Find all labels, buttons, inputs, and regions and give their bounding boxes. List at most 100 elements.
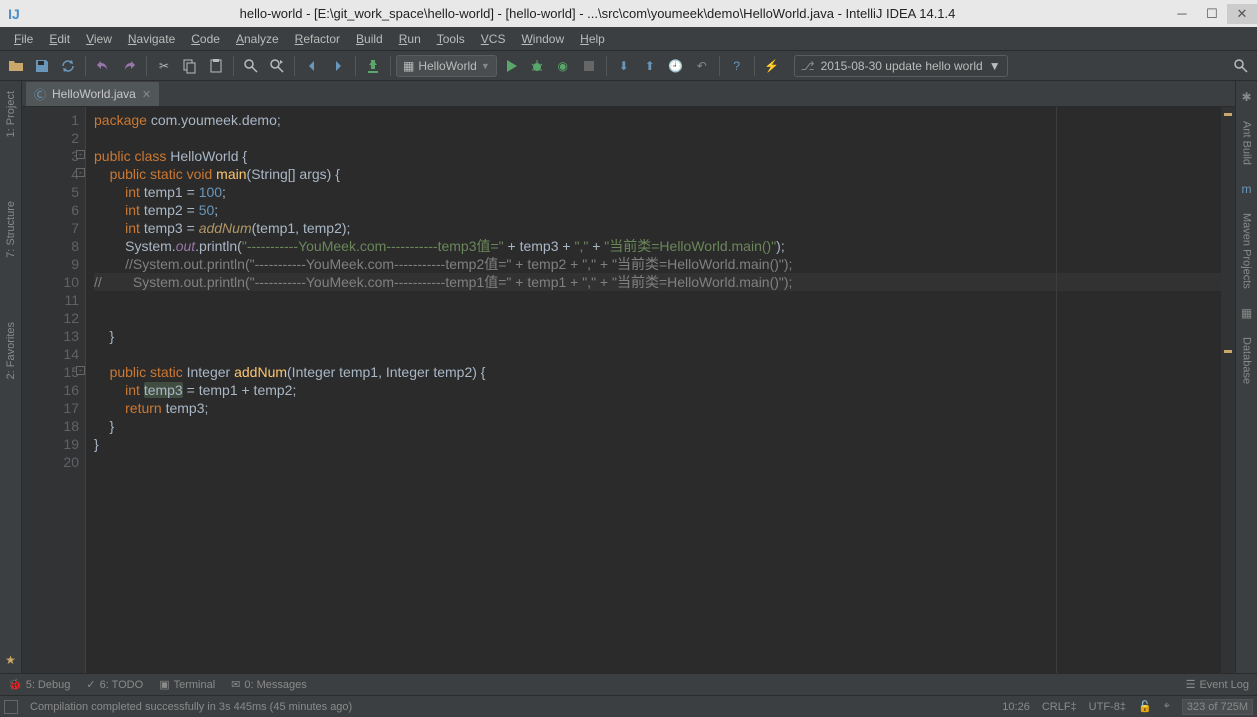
- code-line[interactable]: }: [94, 417, 1221, 435]
- menu-file[interactable]: File: [6, 30, 41, 48]
- vcs-commit-icon[interactable]: ⬆: [638, 54, 662, 78]
- gutter-line[interactable]: 18: [22, 417, 79, 435]
- menu-help[interactable]: Help: [572, 30, 613, 48]
- file-encoding[interactable]: UTF-8‡: [1089, 701, 1126, 713]
- undo-icon[interactable]: [91, 54, 115, 78]
- open-icon[interactable]: [4, 54, 28, 78]
- sync-icon[interactable]: [56, 54, 80, 78]
- coverage-icon[interactable]: ◉: [551, 54, 575, 78]
- code-line[interactable]: System.out.println("-----------YouMeek.c…: [94, 237, 1221, 255]
- code-line[interactable]: [94, 345, 1221, 363]
- gutter-line[interactable]: 15-: [22, 363, 79, 381]
- code-line[interactable]: public class HelloWorld {: [94, 147, 1221, 165]
- menu-view[interactable]: View: [78, 30, 120, 48]
- save-all-icon[interactable]: [30, 54, 54, 78]
- stop-icon[interactable]: [577, 54, 601, 78]
- code-line[interactable]: int temp3 = temp1 + temp2;: [94, 381, 1221, 399]
- debug-icon[interactable]: [525, 54, 549, 78]
- menu-build[interactable]: Build: [348, 30, 391, 48]
- gutter-line[interactable]: 1: [22, 111, 79, 129]
- build-icon[interactable]: [361, 54, 385, 78]
- bottom-tool-1[interactable]: ✓6: TODO: [86, 678, 143, 691]
- code-line[interactable]: int temp2 = 50;: [94, 201, 1221, 219]
- editor-tab[interactable]: Ⓒ HelloWorld.java ✕: [26, 82, 159, 106]
- gutter[interactable]: 123-4-56789101112131415-1617181920: [22, 107, 86, 673]
- code-line[interactable]: int temp1 = 100;: [94, 183, 1221, 201]
- copy-icon[interactable]: [178, 54, 202, 78]
- code-editor[interactable]: 123-4-56789101112131415-1617181920 packa…: [22, 107, 1235, 673]
- insert-mode-icon[interactable]: ⌖: [1164, 700, 1170, 713]
- code-line[interactable]: package com.youmeek.demo;: [94, 111, 1221, 129]
- gutter-line[interactable]: 5: [22, 183, 79, 201]
- forward-icon[interactable]: [326, 54, 350, 78]
- help-icon[interactable]: ?: [725, 54, 749, 78]
- minimize-button[interactable]: ─: [1167, 4, 1197, 24]
- bottom-tool-3[interactable]: ✉0: Messages: [231, 678, 307, 691]
- right-tool-1[interactable]: Maven Projects: [1241, 207, 1253, 295]
- close-tab-icon[interactable]: ✕: [142, 88, 151, 101]
- code-line[interactable]: public static void main(String[] args) {: [94, 165, 1221, 183]
- gutter-line[interactable]: 7: [22, 219, 79, 237]
- right-tool-2[interactable]: Database: [1241, 331, 1253, 390]
- gutter-line[interactable]: 14: [22, 345, 79, 363]
- code-line[interactable]: public static Integer addNum(Integer tem…: [94, 363, 1221, 381]
- code-area[interactable]: package com.youmeek.demo; public class He…: [86, 107, 1221, 673]
- search-everywhere-icon[interactable]: [1229, 54, 1253, 78]
- gutter-line[interactable]: 10: [22, 273, 79, 291]
- gutter-line[interactable]: 6: [22, 201, 79, 219]
- menu-run[interactable]: Run: [391, 30, 429, 48]
- menu-edit[interactable]: Edit: [41, 30, 78, 48]
- paste-icon[interactable]: [204, 54, 228, 78]
- gutter-line[interactable]: 12: [22, 309, 79, 327]
- menu-vcs[interactable]: VCS: [473, 30, 514, 48]
- code-line[interactable]: }: [94, 435, 1221, 453]
- lock-icon[interactable]: 🔓: [1138, 700, 1152, 713]
- code-line[interactable]: [94, 129, 1221, 147]
- code-line[interactable]: [94, 453, 1221, 471]
- gutter-line[interactable]: 17: [22, 399, 79, 417]
- back-icon[interactable]: [300, 54, 324, 78]
- gutter-line[interactable]: 2: [22, 129, 79, 147]
- gutter-line[interactable]: 19: [22, 435, 79, 453]
- error-stripe[interactable]: [1221, 107, 1235, 673]
- jrebel-icon[interactable]: ⚡: [760, 54, 784, 78]
- run-config-selector[interactable]: ▦ HelloWorld ▼: [396, 55, 497, 77]
- gutter-line[interactable]: 13: [22, 327, 79, 345]
- line-separator[interactable]: CRLF‡: [1042, 701, 1077, 713]
- code-line[interactable]: [94, 291, 1221, 309]
- close-button[interactable]: ✕: [1227, 4, 1257, 24]
- event-log-button[interactable]: ☰Event Log: [1186, 678, 1249, 691]
- find-icon[interactable]: [239, 54, 263, 78]
- cut-icon[interactable]: ✂: [152, 54, 176, 78]
- code-line[interactable]: int temp3 = addNum(temp1, temp2);: [94, 219, 1221, 237]
- menu-code[interactable]: Code: [183, 30, 228, 48]
- gutter-line[interactable]: 20: [22, 453, 79, 471]
- gutter-line[interactable]: 16: [22, 381, 79, 399]
- vcs-update-icon[interactable]: ⬇: [612, 54, 636, 78]
- star-icon[interactable]: ★: [5, 653, 16, 667]
- code-line[interactable]: //System.out.println("-----------YouMeek…: [94, 255, 1221, 273]
- maximize-button[interactable]: ☐: [1197, 4, 1227, 24]
- left-tool-0[interactable]: 1: Project: [5, 85, 17, 143]
- code-line[interactable]: return temp3;: [94, 399, 1221, 417]
- run-icon[interactable]: [499, 54, 523, 78]
- gutter-line[interactable]: 9: [22, 255, 79, 273]
- menu-tools[interactable]: Tools: [429, 30, 473, 48]
- menu-window[interactable]: Window: [513, 30, 572, 48]
- replace-icon[interactable]: [265, 54, 289, 78]
- code-line[interactable]: }: [94, 327, 1221, 345]
- left-tool-1[interactable]: 7: Structure: [5, 195, 17, 264]
- vcs-revert-icon[interactable]: ↶: [690, 54, 714, 78]
- right-tool-0[interactable]: Ant Build: [1241, 115, 1253, 171]
- tool-window-toggle-icon[interactable]: [4, 700, 18, 714]
- vcs-history-icon[interactable]: 🕘: [664, 54, 688, 78]
- vcs-branch-selector[interactable]: ⎇ 2015-08-30 update hello world ▼: [794, 55, 1008, 77]
- gutter-line[interactable]: 11: [22, 291, 79, 309]
- memory-indicator[interactable]: 323 of 725M: [1182, 699, 1253, 715]
- fold-icon[interactable]: -: [76, 150, 85, 159]
- cursor-position[interactable]: 10:26: [1002, 701, 1030, 713]
- fold-icon[interactable]: -: [76, 168, 85, 177]
- bottom-tool-2[interactable]: ▣Terminal: [159, 678, 215, 691]
- gutter-line[interactable]: 3-: [22, 147, 79, 165]
- bottom-tool-0[interactable]: 🐞5: Debug: [8, 678, 70, 691]
